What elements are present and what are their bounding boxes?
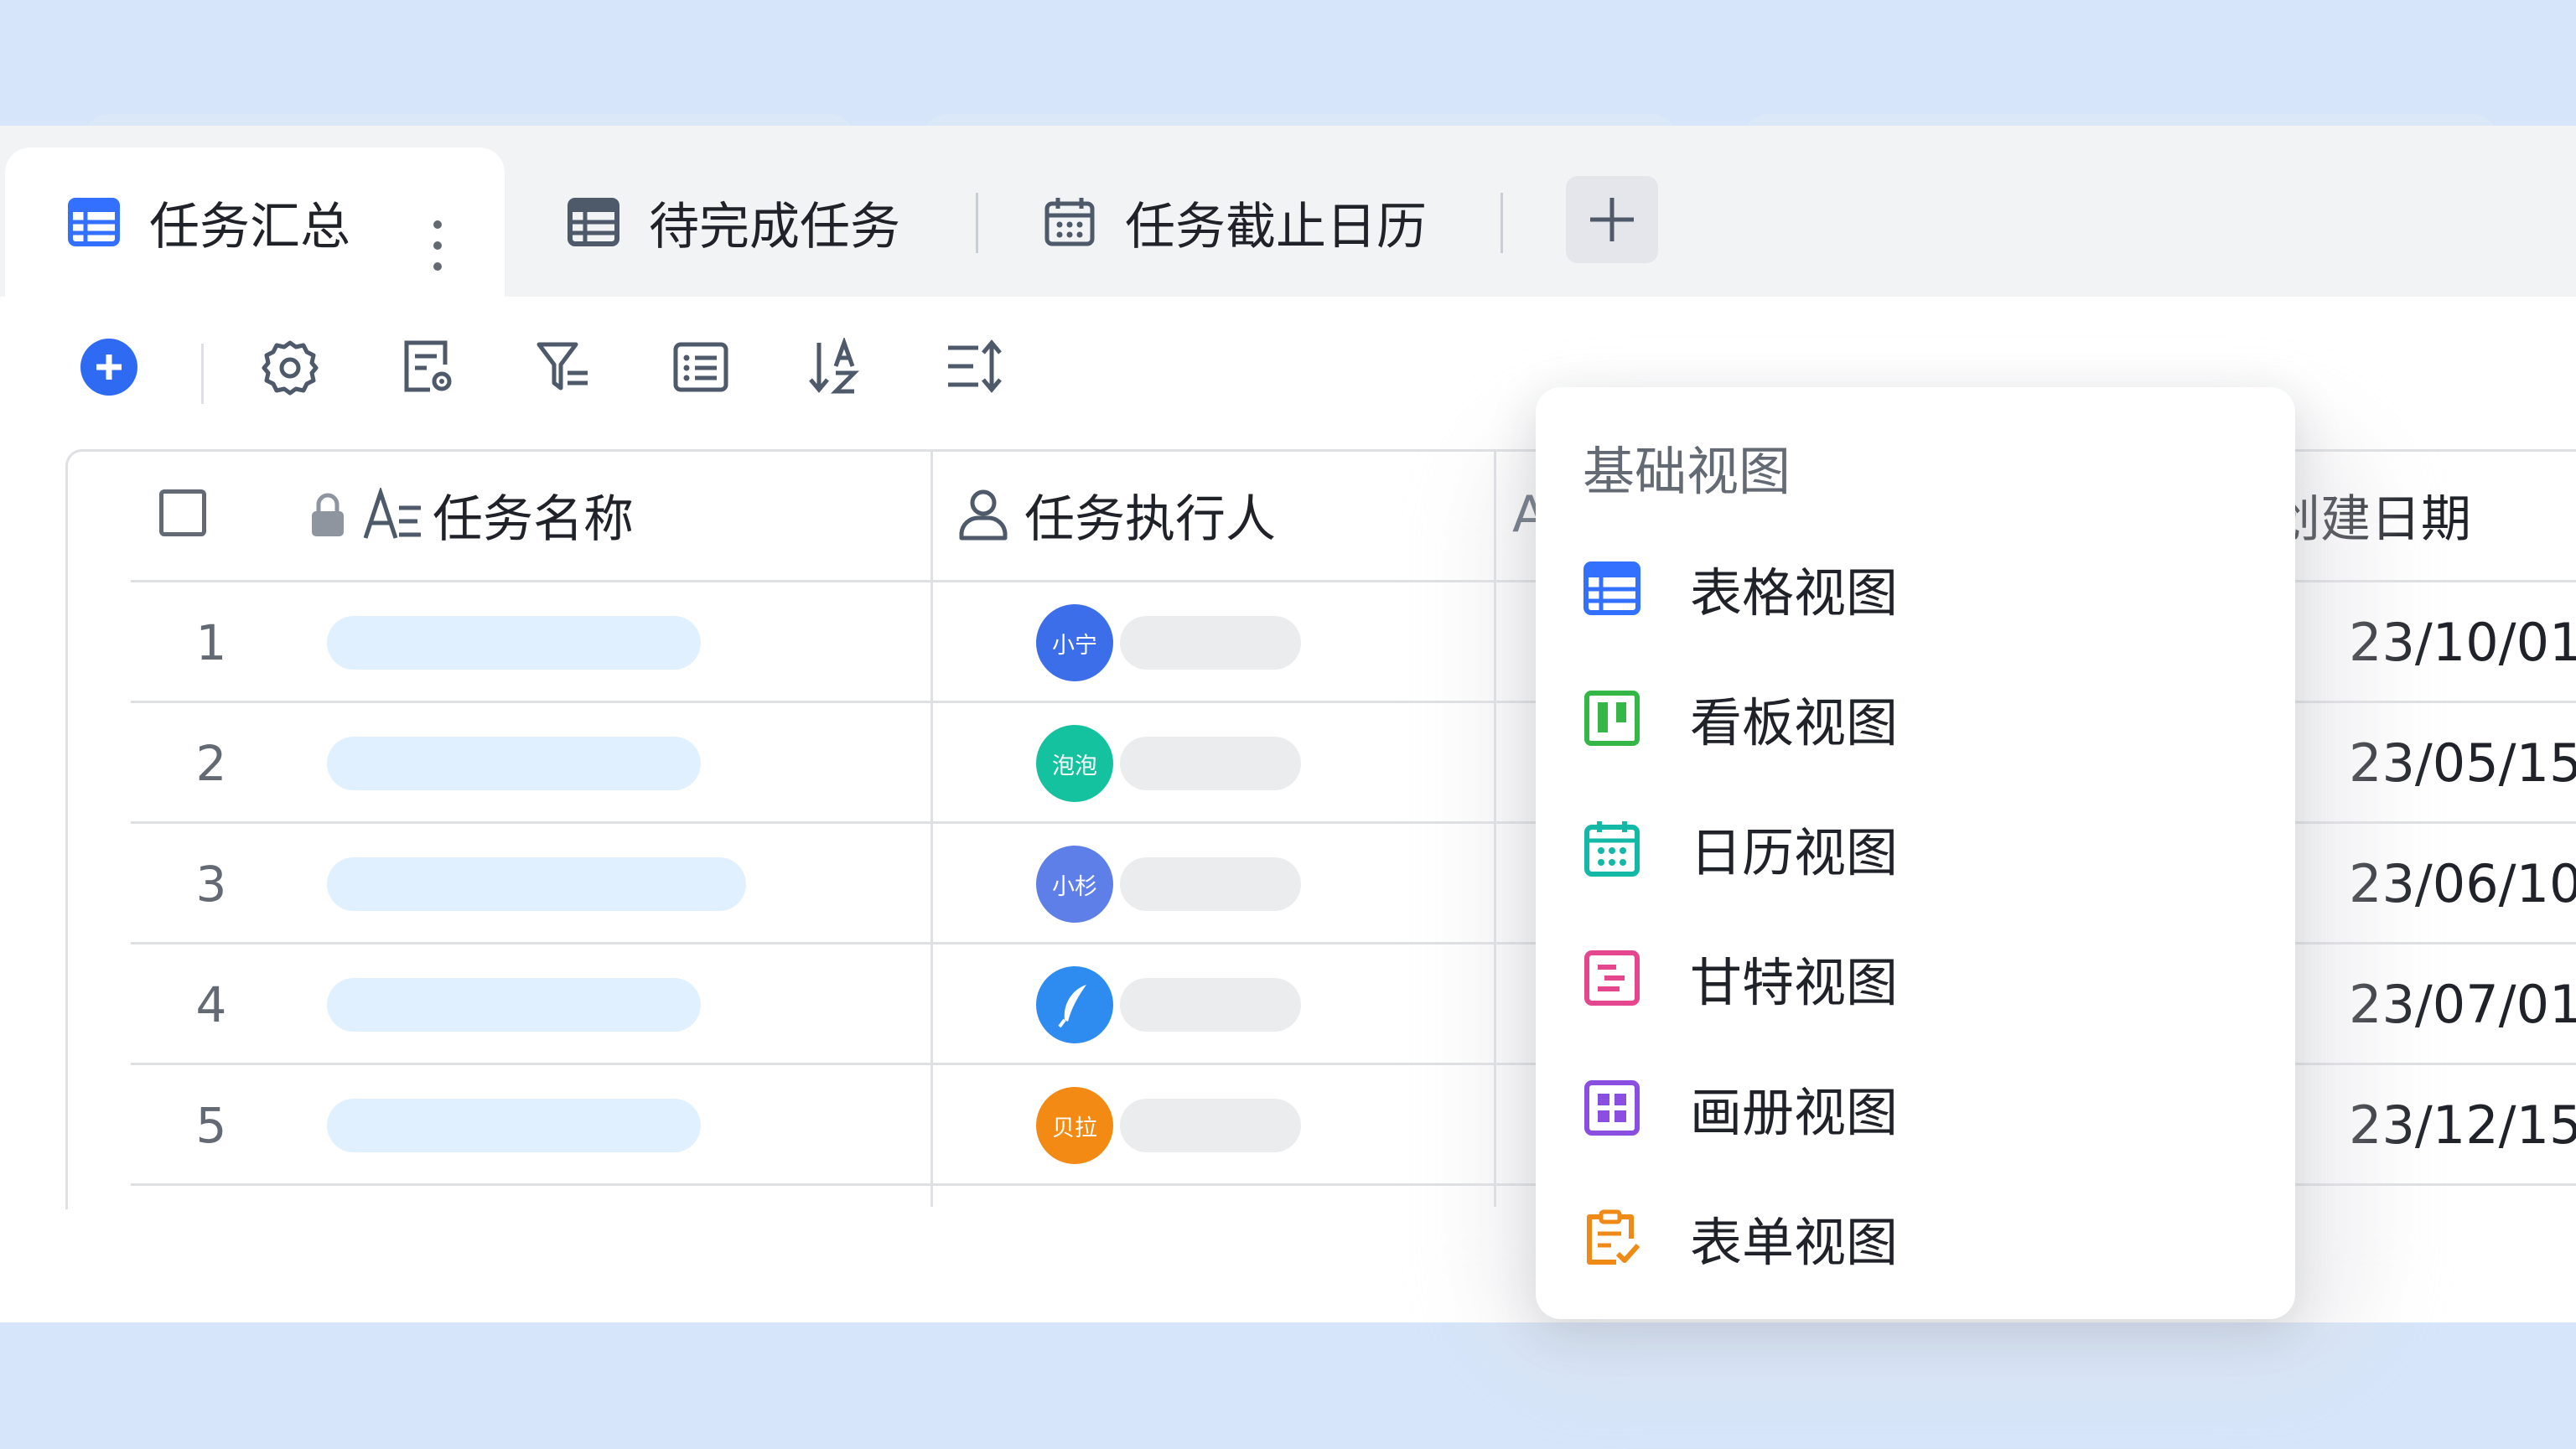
menu-item-label: 表格视图	[1690, 562, 1899, 624]
task-name-placeholder	[327, 978, 701, 1032]
tab-task-summary[interactable]: 任务汇总	[5, 147, 505, 297]
menu-item-label: 画册视图	[1690, 1082, 1899, 1143]
assignee-name-placeholder	[1120, 857, 1301, 911]
menu-item-gantt-view[interactable]: 甘特视图	[1583, 928, 2270, 1028]
tab-label: 任务汇总	[149, 197, 350, 256]
column-header-assignee[interactable]: 任务执行人	[957, 449, 1276, 580]
gallery-view-icon	[1583, 1079, 1641, 1137]
menu-item-label: 看板视图	[1690, 692, 1899, 753]
group-button[interactable]	[669, 335, 733, 399]
filter-button[interactable]	[531, 335, 595, 399]
menu-item-form-view[interactable]: 表单视图	[1583, 1188, 2270, 1288]
tab-deadline-calendar[interactable]: 任务截止日历	[1043, 147, 1427, 297]
avatar: 小宁	[1036, 604, 1113, 681]
created-date: 23/10/01	[2349, 612, 2576, 673]
row-height-icon	[948, 339, 1002, 393]
row-number: 3	[195, 856, 227, 913]
tab-pending-tasks[interactable]: 待完成任务	[567, 147, 900, 297]
created-date: 23/06/10	[2349, 853, 2576, 914]
created-date: 23/12/15	[2349, 1095, 2576, 1156]
assignee-name-placeholder	[1120, 616, 1301, 670]
tab-divider	[1501, 193, 1503, 253]
avatar	[1036, 966, 1113, 1043]
field-settings-icon	[404, 340, 452, 392]
table-view-icon	[1583, 559, 1641, 618]
row-number: 4	[195, 976, 227, 1033]
form-view-icon	[1583, 1208, 1641, 1267]
tab-divider	[976, 193, 978, 253]
tab-label: 待完成任务	[649, 197, 900, 256]
avatar: 贝拉	[1036, 1087, 1113, 1164]
add-view-button[interactable]	[1566, 176, 1658, 263]
row-number: 2	[195, 735, 227, 792]
assignee-name-placeholder	[1120, 978, 1301, 1032]
assignee-name-placeholder	[1120, 1099, 1301, 1152]
view-tab-bar: 任务汇总 待完成任务 任务截止日历	[0, 126, 2576, 297]
menu-item-table-view[interactable]: 表格视图	[1583, 538, 2270, 639]
column-label: 任务名称	[433, 489, 634, 549]
gantt-view-icon	[1583, 949, 1641, 1007]
menu-item-calendar-view[interactable]: 日历视图	[1583, 798, 2270, 898]
menu-item-label: 甘特视图	[1690, 952, 1899, 1013]
app-panel: 任务汇总 待完成任务 任务截止日历 任务名称 任务执行人 A 创建日期 1 小宁…	[0, 126, 2576, 1374]
plus-icon	[1590, 198, 1634, 241]
row-number: 5	[195, 1097, 227, 1154]
menu-item-kanban-view[interactable]: 看板视图	[1583, 668, 2270, 768]
grid-table-icon	[567, 195, 620, 249]
sort-button[interactable]	[805, 335, 868, 399]
group-icon	[673, 342, 728, 392]
toolbar-divider	[201, 344, 204, 404]
filter-icon	[536, 342, 588, 391]
field-settings-button[interactable]	[396, 335, 459, 399]
text-field-icon	[363, 488, 421, 539]
lock-icon	[312, 493, 344, 536]
menu-item-label: 日历视图	[1690, 822, 1899, 883]
assignee-name-placeholder	[1120, 737, 1301, 790]
created-date: 23/07/01	[2349, 974, 2576, 1035]
task-name-placeholder	[327, 616, 701, 670]
sort-icon	[809, 338, 860, 394]
kanban-view-icon	[1583, 689, 1641, 748]
avatar: 泡泡	[1036, 725, 1113, 802]
task-name-placeholder	[327, 857, 746, 911]
tab-label: 任务截止日历	[1125, 197, 1427, 256]
task-name-placeholder	[327, 1099, 701, 1152]
add-view-menu: 基础视图 表格视图 看板视图 日历视图 甘特视图 画册视图 表单视图	[1536, 387, 2295, 1319]
feather-icon	[1058, 985, 1086, 1028]
menu-section-title: 基础视图	[1583, 441, 1791, 502]
created-date: 23/05/15	[2349, 732, 2576, 794]
column-label: 任务执行人	[1024, 489, 1276, 549]
column-header-task-name[interactable]: 任务名称	[308, 449, 634, 580]
menu-item-gallery-view[interactable]: 画册视图	[1583, 1058, 2270, 1158]
row-number: 1	[195, 614, 227, 671]
calendar-icon	[1043, 195, 1096, 249]
add-record-icon	[80, 339, 137, 396]
add-record-button[interactable]	[77, 335, 141, 399]
task-name-placeholder	[327, 737, 701, 790]
calendar-view-icon	[1583, 819, 1641, 877]
menu-item-label: 表单视图	[1690, 1212, 1899, 1273]
person-icon	[959, 489, 1008, 541]
grid-table-icon	[67, 195, 121, 249]
settings-button[interactable]	[258, 335, 322, 399]
avatar: 小杉	[1036, 846, 1113, 923]
select-all-checkbox[interactable]	[159, 489, 206, 536]
more-options-icon[interactable]	[431, 216, 444, 275]
settings-icon	[262, 340, 319, 396]
row-height-button[interactable]	[942, 335, 1006, 399]
